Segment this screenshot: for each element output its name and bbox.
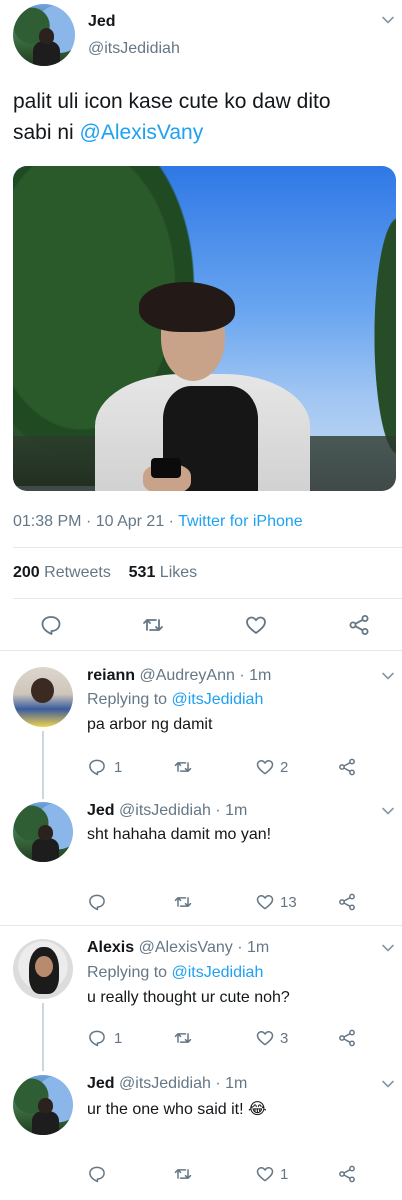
chevron-down-icon[interactable] bbox=[380, 12, 396, 28]
replying-to: Replying to @itsJedidiah bbox=[87, 964, 263, 982]
reply-header: Alexis @AlexisVany · 1m bbox=[87, 939, 269, 957]
likes-stat[interactable]: 531 Likes bbox=[129, 564, 198, 581]
reply-header: reiann @AudreyAnn · 1m bbox=[87, 667, 271, 685]
thread-line bbox=[42, 1003, 44, 1071]
likes-count: 531 bbox=[128, 564, 156, 581]
reply-author-name[interactable]: Jed bbox=[87, 1075, 115, 1092]
tweet-date: 10 Apr 21 bbox=[95, 513, 165, 530]
share-icon[interactable] bbox=[336, 1027, 358, 1049]
reply-avatar[interactable] bbox=[13, 1075, 73, 1135]
meta-sep: · bbox=[168, 513, 174, 530]
reply-time: 1m bbox=[225, 1075, 248, 1092]
reply-icon[interactable] bbox=[38, 612, 64, 638]
reply-sep: · bbox=[237, 939, 243, 956]
reply-icon[interactable] bbox=[86, 891, 108, 913]
replying-to-handle[interactable]: @itsJedidiah bbox=[172, 691, 264, 708]
replying-to-handle[interactable]: @itsJedidiah bbox=[172, 964, 264, 981]
reply-text: ur the one who said it! 😂 bbox=[87, 1101, 267, 1118]
retweet-icon[interactable] bbox=[172, 891, 194, 913]
divider bbox=[13, 547, 402, 548]
reply-author-handle[interactable]: @itsJedidiah bbox=[119, 802, 211, 819]
photo-phone bbox=[151, 458, 181, 478]
tweet-counts: 200 Retweets 531 Likes bbox=[13, 564, 197, 582]
tweet-text-prefix: sabi ni bbox=[13, 121, 80, 144]
tweet-text-line1: palit uli icon kase cute ko daw dito bbox=[13, 90, 331, 113]
tweet-time: 01:38 PM bbox=[13, 513, 82, 530]
reply-count: 1 bbox=[114, 1030, 123, 1047]
divider bbox=[0, 925, 402, 926]
like-count: 1 bbox=[280, 1166, 289, 1183]
share-icon[interactable] bbox=[336, 891, 358, 913]
reply-author-name[interactable]: Jed bbox=[87, 802, 115, 819]
tweet-photo[interactable] bbox=[13, 166, 396, 491]
chevron-down-icon[interactable] bbox=[380, 940, 396, 956]
like-icon[interactable] bbox=[243, 612, 269, 638]
photo-person-hair bbox=[139, 282, 235, 332]
author-name[interactable]: Jed bbox=[88, 13, 116, 31]
retweets-label: Retweets bbox=[44, 564, 111, 581]
reply-text: u really thought ur cute noh? bbox=[87, 989, 290, 1006]
like-icon[interactable] bbox=[254, 891, 276, 913]
reply-time: 1m bbox=[249, 667, 272, 684]
reply-author-name[interactable]: reiann bbox=[87, 667, 135, 684]
replying-to: Replying to @itsJedidiah bbox=[87, 691, 263, 709]
reply-author-name[interactable]: Alexis bbox=[87, 939, 134, 956]
reply-icon[interactable] bbox=[86, 1027, 108, 1049]
reply-header: Jed @itsJedidiah · 1m bbox=[87, 1075, 247, 1093]
chevron-down-icon[interactable] bbox=[380, 1076, 396, 1092]
reply-sep: · bbox=[215, 1075, 221, 1092]
retweet-icon[interactable] bbox=[172, 1163, 194, 1185]
tweet-meta: 01:38 PM · 10 Apr 21 · Twitter for iPhon… bbox=[13, 513, 303, 531]
share-icon[interactable] bbox=[336, 756, 358, 778]
retweets-count: 200 bbox=[13, 564, 40, 581]
retweet-icon[interactable] bbox=[172, 756, 194, 778]
like-icon[interactable] bbox=[254, 756, 276, 778]
tweet-text-line2: sabi ni @AlexisVany bbox=[13, 117, 398, 148]
chevron-down-icon[interactable] bbox=[380, 803, 396, 819]
reply-avatar[interactable] bbox=[13, 802, 73, 862]
reply-icon[interactable] bbox=[86, 756, 108, 778]
retweet-icon[interactable] bbox=[140, 612, 166, 638]
tweet-source[interactable]: Twitter for iPhone bbox=[178, 513, 303, 530]
tweet-text: palit uli icon kase cute ko daw dito sab… bbox=[13, 86, 398, 148]
author-handle[interactable]: @itsJedidiah bbox=[88, 40, 180, 58]
reply-sep: · bbox=[239, 667, 245, 684]
reply-avatar[interactable] bbox=[13, 939, 73, 999]
like-count: 3 bbox=[280, 1030, 289, 1047]
reply-count: 1 bbox=[114, 759, 123, 776]
chevron-down-icon[interactable] bbox=[380, 668, 396, 684]
like-icon[interactable] bbox=[254, 1027, 276, 1049]
reply-text: sht hahaha damit mo yan! bbox=[87, 826, 272, 843]
reply-time: 1m bbox=[247, 939, 270, 956]
reply-text: pa arbor ng damit bbox=[87, 716, 213, 733]
like-count: 13 bbox=[280, 894, 297, 911]
share-icon[interactable] bbox=[346, 612, 372, 638]
reply-author-handle[interactable]: @AlexisVany bbox=[139, 939, 233, 956]
meta-sep: · bbox=[85, 513, 92, 530]
mention-link[interactable]: @AlexisVany bbox=[80, 121, 204, 144]
retweets-stat[interactable]: 200 Retweets bbox=[13, 564, 111, 581]
reply-header: Jed @itsJedidiah · 1m bbox=[87, 802, 247, 820]
reply-sep: · bbox=[215, 802, 221, 819]
share-icon[interactable] bbox=[336, 1163, 358, 1185]
thread-line bbox=[42, 731, 44, 799]
reply-time: 1m bbox=[225, 802, 248, 819]
like-icon[interactable] bbox=[254, 1163, 276, 1185]
divider bbox=[0, 650, 402, 651]
likes-label: Likes bbox=[159, 564, 198, 581]
reply-author-handle[interactable]: @itsJedidiah bbox=[119, 1075, 211, 1092]
like-count: 2 bbox=[280, 759, 289, 776]
reply-avatar[interactable] bbox=[13, 667, 73, 727]
replying-to-label: Replying to bbox=[87, 964, 172, 981]
retweet-icon[interactable] bbox=[172, 1027, 194, 1049]
author-avatar[interactable] bbox=[13, 4, 75, 66]
reply-icon[interactable] bbox=[86, 1163, 108, 1185]
replying-to-label: Replying to bbox=[87, 691, 172, 708]
reply-author-handle[interactable]: @AudreyAnn bbox=[139, 667, 234, 684]
divider bbox=[13, 598, 402, 599]
